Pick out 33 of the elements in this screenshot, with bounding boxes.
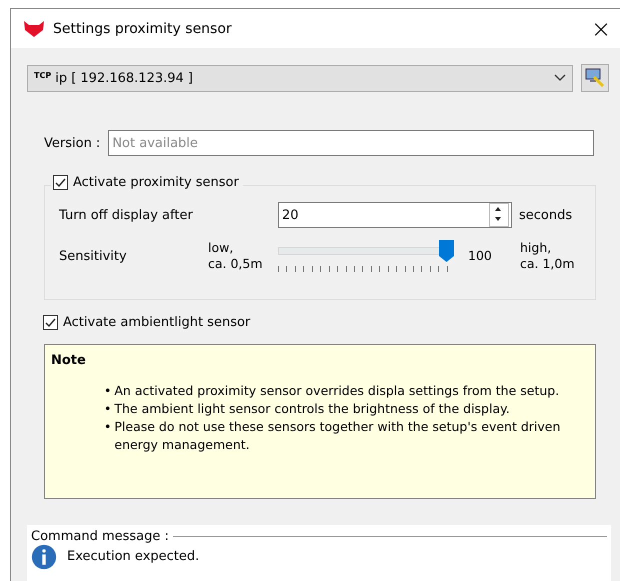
note-item: The ambient light sensor controls the brightness of the display. [114,400,510,418]
timeout-field[interactable]: 20 [279,208,489,222]
sensitivity-slider[interactable] [278,240,454,262]
note-item: An activated proximity sensor overrides displa settings from the setup. [114,382,560,400]
proximity-checkbox[interactable]: Activate proximity sensor [53,175,239,190]
slider-thumb[interactable] [439,240,454,262]
monitor-wand-icon [584,67,606,89]
bullet: • [104,382,112,400]
version-field[interactable]: Not available [108,130,594,156]
chevron-down-icon [554,74,566,82]
checkbox[interactable] [53,175,68,190]
turn-off-label: Turn off display after [59,208,194,222]
command-label: Command message : [31,528,169,544]
slider-value: 100 [468,248,493,264]
search-device-button[interactable] [581,64,609,92]
high-label: high, ca. 1,0m [520,240,575,272]
version-label: Version : [44,136,100,150]
note-title: Note [51,352,87,368]
close-button[interactable]: × [581,9,620,48]
info-icon [31,544,57,570]
seconds-label: seconds [519,208,572,222]
note-item: Please do not use these sensors together with the setup's event driven energy management. [114,418,562,454]
checkbox[interactable] [43,315,58,330]
sensitivity-label: Sensitivity [59,248,128,264]
timeout-spinbox[interactable]: 20 [278,202,512,228]
low-label: low, ca. 0,5m [208,240,264,272]
ambient-checkbox[interactable]: Activate ambientlight sensor [43,315,250,330]
command-message: Execution expected. [67,549,200,564]
bullet: • [104,418,112,436]
window-title: Settings proximity sensor [53,20,233,36]
cat-logo-icon [23,20,45,38]
connection-dropdown[interactable]: TCP ip [ 192.168.123.94 ] [27,64,573,92]
bullet: • [104,400,112,418]
